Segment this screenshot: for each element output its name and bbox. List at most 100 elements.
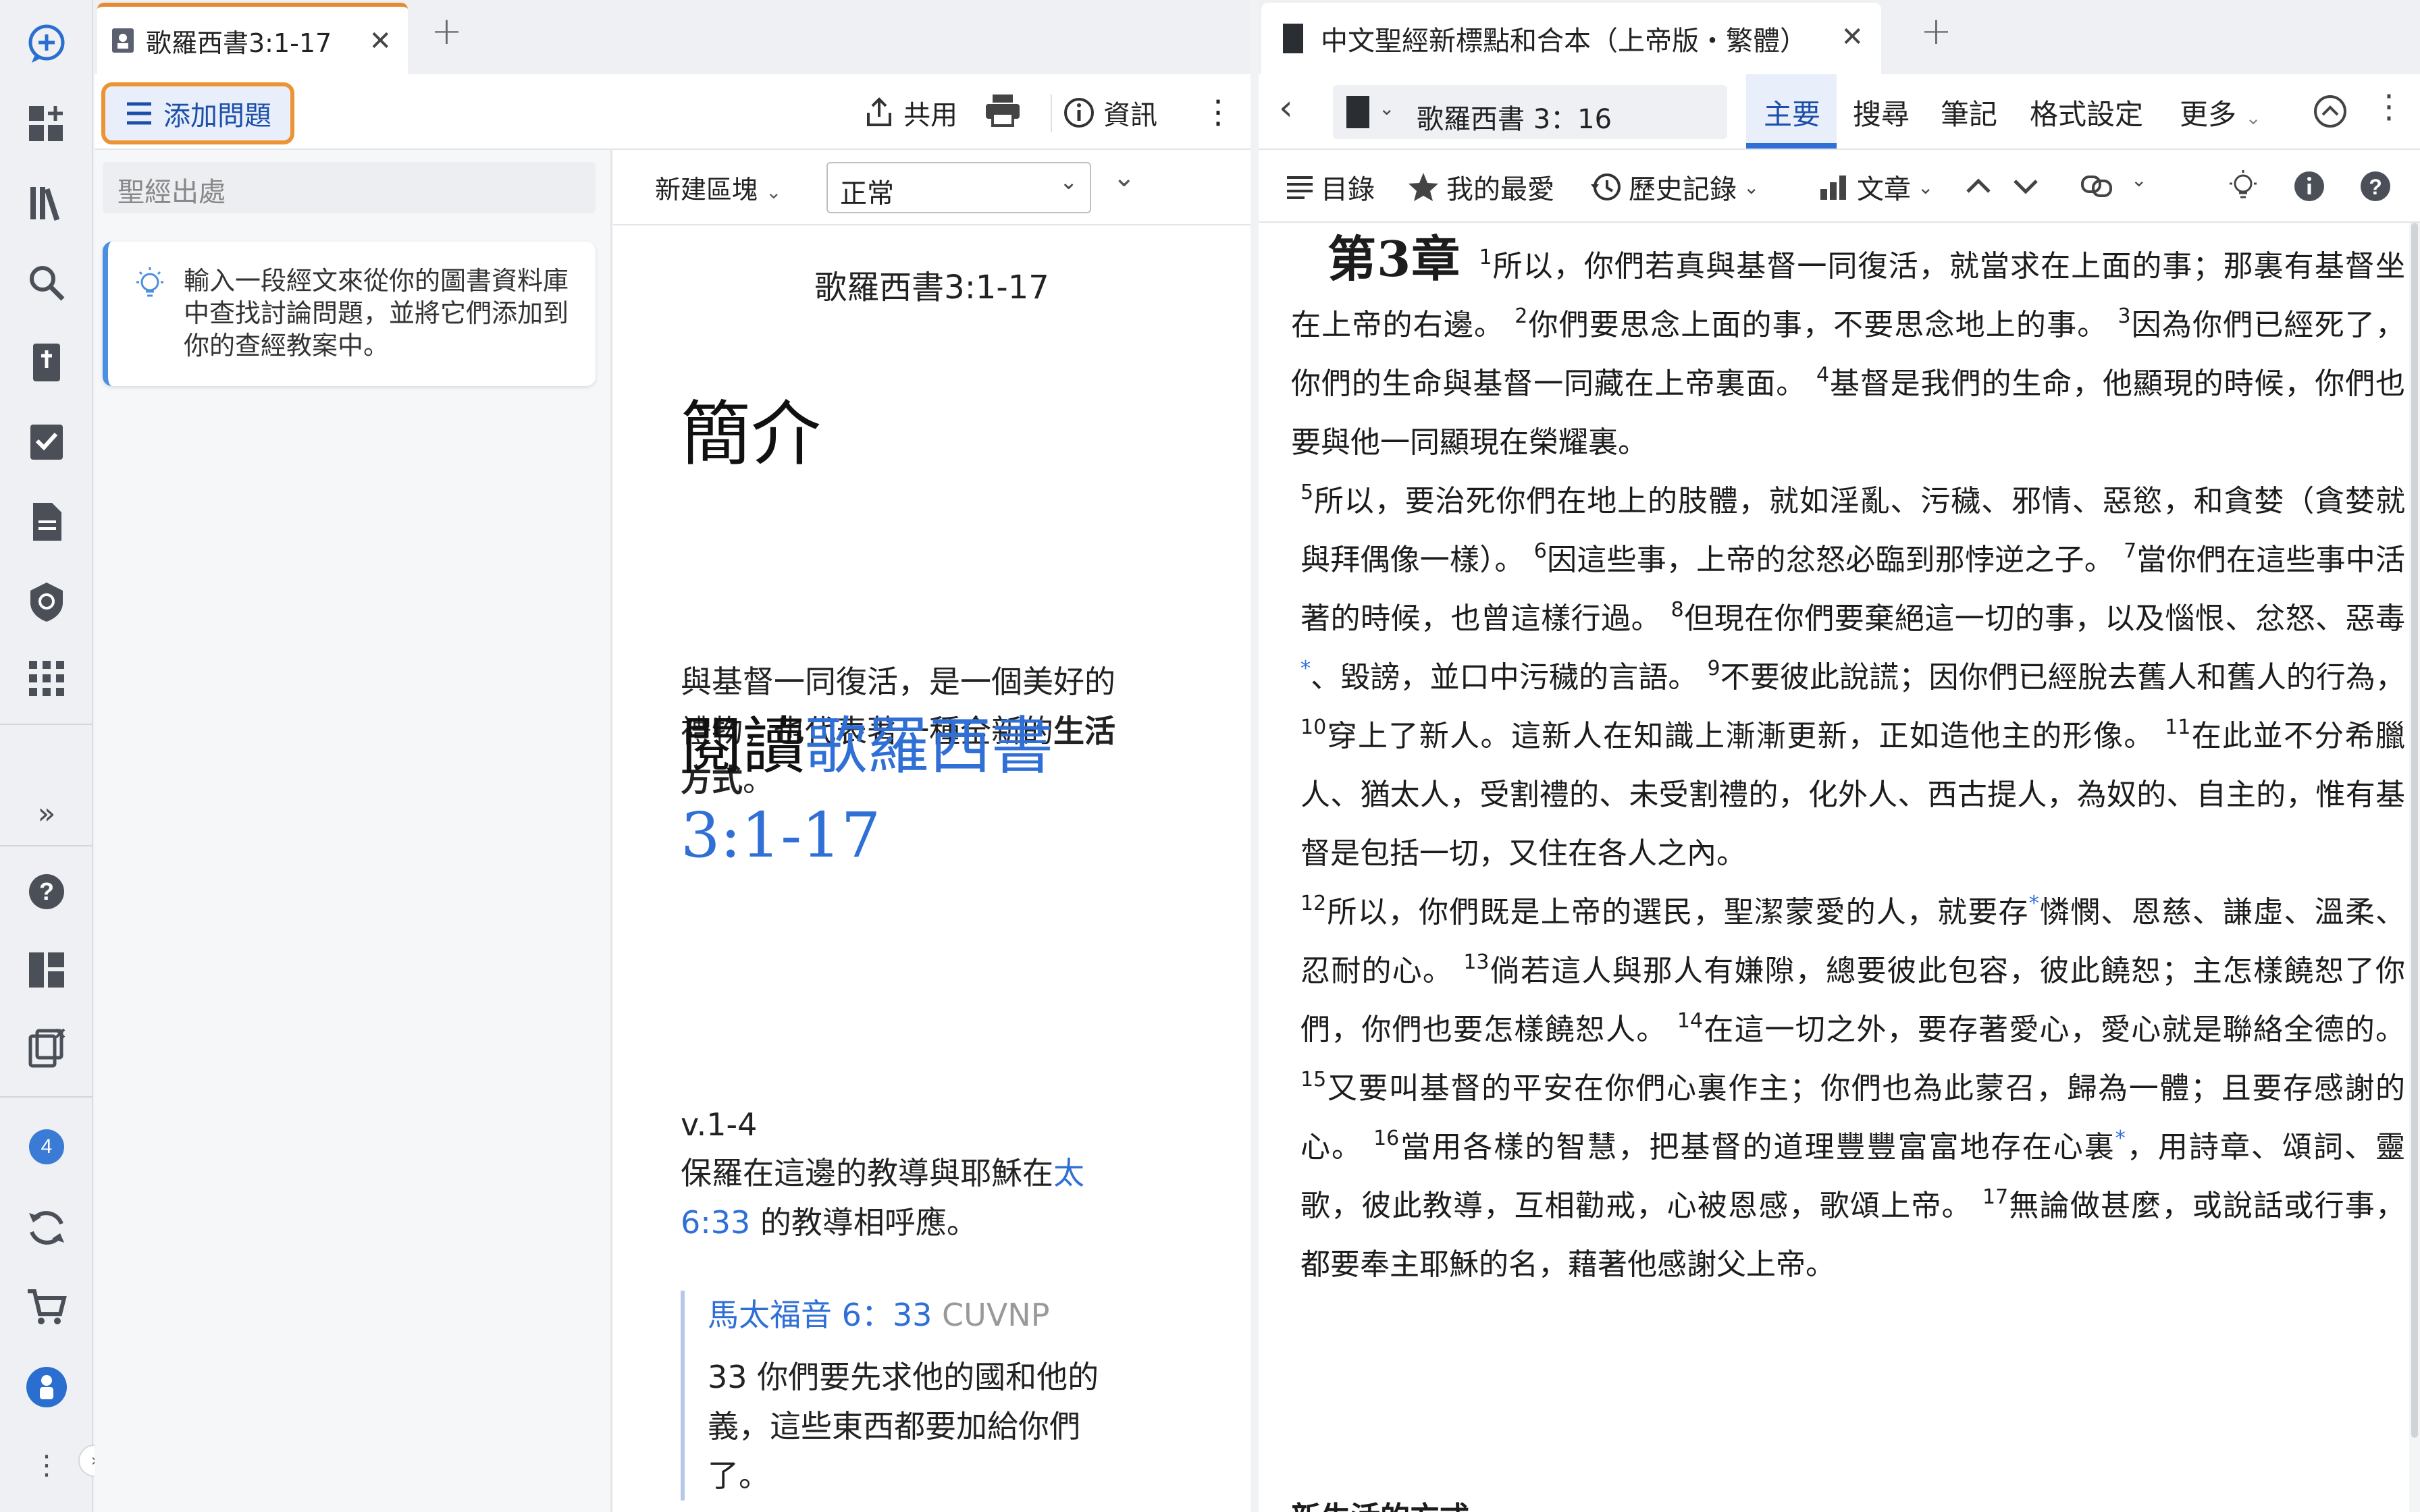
- reference-box[interactable]: ⌄ 歌羅西書 3：16: [1333, 85, 1727, 139]
- new-tab-plus-icon[interactable]: +: [431, 9, 463, 53]
- new-block-dropdown[interactable]: 新建區塊 ⌄: [655, 169, 782, 206]
- verse-number[interactable]: 14: [1677, 1009, 1703, 1033]
- lightbulb-icon[interactable]: [2224, 167, 2262, 205]
- verse-number[interactable]: 2: [1515, 304, 1527, 328]
- footnote-marker[interactable]: *: [2115, 1127, 2126, 1150]
- sync-icon[interactable]: [23, 1204, 70, 1251]
- chevron-down-icon: ⌄: [1918, 176, 1934, 198]
- reference-input[interactable]: 歌羅西書 3：16: [1417, 97, 1612, 136]
- bible-reference-input[interactable]: 聖經出處: [103, 162, 596, 213]
- expand-rail-icon[interactable]: »: [23, 790, 70, 837]
- paragraph-3: 12所以，你們既是上帝的選民，聖潔蒙愛的人，就要存*憐憫、恩慈、謙虛、溫柔、忍耐…: [1291, 883, 2405, 1294]
- verse-number[interactable]: 5: [1300, 481, 1313, 504]
- checklist-icon[interactable]: [23, 418, 70, 466]
- tab-format[interactable]: 格式設定: [2030, 92, 2143, 133]
- bible-tabstrip: 中文聖經新標點和合本（上帝版・繁體） ✕ +: [1259, 0, 2420, 74]
- clipboard-close-icon[interactable]: [23, 1025, 70, 1072]
- chevron-down-icon[interactable]: [2009, 170, 2042, 202]
- book-cover-icon: [1283, 24, 1303, 53]
- tab-search[interactable]: 搜尋: [1853, 92, 1910, 133]
- text-style-select[interactable]: 正常 ⌄: [826, 162, 1091, 213]
- tab-main[interactable]: 主要: [1764, 92, 1820, 133]
- verse-number[interactable]: 11: [2165, 716, 2190, 739]
- more-options-icon[interactable]: ⋮: [1202, 93, 1234, 131]
- question-search-column: 聖經出處 輸入一段經文來從你的圖書資料庫中查找討論問題，並將它們添加到你的查經教…: [95, 150, 612, 1512]
- favorites-button[interactable]: 我的最愛: [1407, 167, 1554, 207]
- document-icon[interactable]: [23, 498, 70, 545]
- verse-number[interactable]: 9: [1708, 657, 1720, 680]
- verse-number[interactable]: 1: [1479, 246, 1492, 269]
- bible-scrollbar[interactable]: [2409, 223, 2420, 1512]
- footnote-marker[interactable]: *: [1300, 657, 1311, 680]
- info-icon[interactable]: [2292, 169, 2327, 204]
- verse-text[interactable]: 在這一切之外，要存著愛心，愛心就是聯絡全德的。: [1703, 1013, 2405, 1047]
- more-options-icon[interactable]: ⋮: [2373, 88, 2405, 126]
- verse-text[interactable]: 你們要思念上面的事，不要思念地上的事。: [1527, 308, 2107, 342]
- paragraph-2: 5所以，要治死你們在地上的肢體，就如淫亂、污穢、邪情、惡慾，和貪婪（貪婪就與拜偶…: [1291, 472, 2405, 883]
- verse-text[interactable]: 不要彼此說謊；因你們已經脫去舊人和舊人的行為，: [1720, 660, 2405, 695]
- library-icon[interactable]: [23, 180, 70, 227]
- history-icon: [1591, 173, 1621, 200]
- verse-number[interactable]: 6: [1534, 539, 1547, 563]
- search-icon[interactable]: [23, 259, 70, 306]
- info-button[interactable]: 資訊: [1063, 93, 1157, 132]
- study-tab[interactable]: 歌羅西書3:1-17 ✕: [97, 3, 408, 74]
- toc-button[interactable]: 目錄: [1286, 167, 1375, 207]
- verse-number[interactable]: 3: [2118, 304, 2131, 328]
- star-icon: [1409, 173, 1438, 201]
- text-menu-button[interactable]: 文章 ⌄: [1819, 167, 1933, 207]
- close-tab-icon[interactable]: ✕: [1841, 22, 1864, 53]
- help-icon[interactable]: ?: [2358, 169, 2393, 204]
- dashboard-add-icon[interactable]: [23, 100, 70, 147]
- notification-badge[interactable]: 4: [23, 1123, 70, 1170]
- print-button[interactable]: [984, 93, 1029, 127]
- verse-number[interactable]: 13: [1463, 950, 1489, 974]
- tab-more[interactable]: 更多 ⌄: [2180, 92, 2261, 133]
- verse-number[interactable]: 4: [1816, 363, 1829, 387]
- more-vertical-icon[interactable]: ⋮: [23, 1442, 70, 1489]
- chapter-heading: 第3章: [1327, 230, 1461, 288]
- verse-text[interactable]: 穿上了新人。這新人在知識上漸漸更新，正如造他主的形像。: [1326, 719, 2155, 753]
- shield-icon[interactable]: [23, 578, 70, 625]
- bible-tab[interactable]: 中文聖經新標點和合本（上帝版・繁體） ✕: [1261, 3, 1881, 74]
- bible-tab-label: 中文聖經新標點和合本（上帝版・繁體）: [1321, 26, 1807, 57]
- layout-icon[interactable]: [23, 946, 70, 994]
- footnote-marker[interactable]: *: [2029, 892, 2039, 915]
- quote-text: 33 你們要先求他的國和他的義，這些東西都要加給你們了。: [708, 1359, 1099, 1494]
- chevron-up-icon[interactable]: [1962, 170, 1995, 202]
- reading-heading: 閱讀歌羅西書3:1-17: [681, 710, 1054, 871]
- apps-grid-icon[interactable]: [23, 655, 70, 702]
- verse-number[interactable]: 16: [1373, 1127, 1399, 1150]
- chevron-down-icon: ⌄: [2131, 169, 2147, 191]
- verse-number[interactable]: 17: [1982, 1185, 2008, 1209]
- info-label: 資訊: [1103, 100, 1157, 131]
- verse-number[interactable]: 8: [1671, 598, 1684, 622]
- add-question-button[interactable]: 添加問題: [101, 82, 294, 144]
- new-tab-plus-icon[interactable]: +: [1920, 9, 1952, 53]
- cart-icon[interactable]: [23, 1284, 70, 1331]
- close-tab-icon[interactable]: ✕: [369, 26, 392, 57]
- lightbulb-icon: [136, 267, 163, 297]
- back-arrow-icon[interactable]: ‹: [1279, 88, 1293, 128]
- share-label: 共用: [903, 100, 957, 131]
- double-chevron-down-icon[interactable]: ⌄: [1113, 162, 1136, 193]
- help-icon[interactable]: ?: [23, 868, 70, 915]
- rail-divider: [0, 724, 93, 725]
- verse-number[interactable]: 12: [1300, 892, 1326, 915]
- share-button[interactable]: 共用: [863, 93, 957, 132]
- history-button[interactable]: 歷史記錄 ⌄: [1589, 167, 1759, 207]
- tab-notes[interactable]: 筆記: [1941, 92, 1997, 133]
- verse-number[interactable]: 10: [1300, 716, 1326, 739]
- user-avatar-icon[interactable]: [23, 1364, 70, 1411]
- collapse-up-icon[interactable]: [2312, 93, 2348, 130]
- link-copy-icon[interactable]: [2080, 169, 2115, 204]
- quote-reference[interactable]: 馬太福音 6：33 CUVNP: [708, 1291, 1140, 1335]
- scrollbar-thumb[interactable]: [2411, 223, 2418, 1438]
- verse-text[interactable]: 因這些事，上帝的忿怒必臨到那悖逆之子。: [1547, 543, 2114, 577]
- notification-count: 4: [29, 1129, 64, 1164]
- verse-number[interactable]: 7: [2124, 539, 2136, 563]
- add-study-icon[interactable]: [23, 20, 70, 68]
- bible-icon[interactable]: [23, 339, 70, 386]
- verse-number[interactable]: 15: [1300, 1068, 1326, 1091]
- active-tab-underline: [1746, 143, 1837, 148]
